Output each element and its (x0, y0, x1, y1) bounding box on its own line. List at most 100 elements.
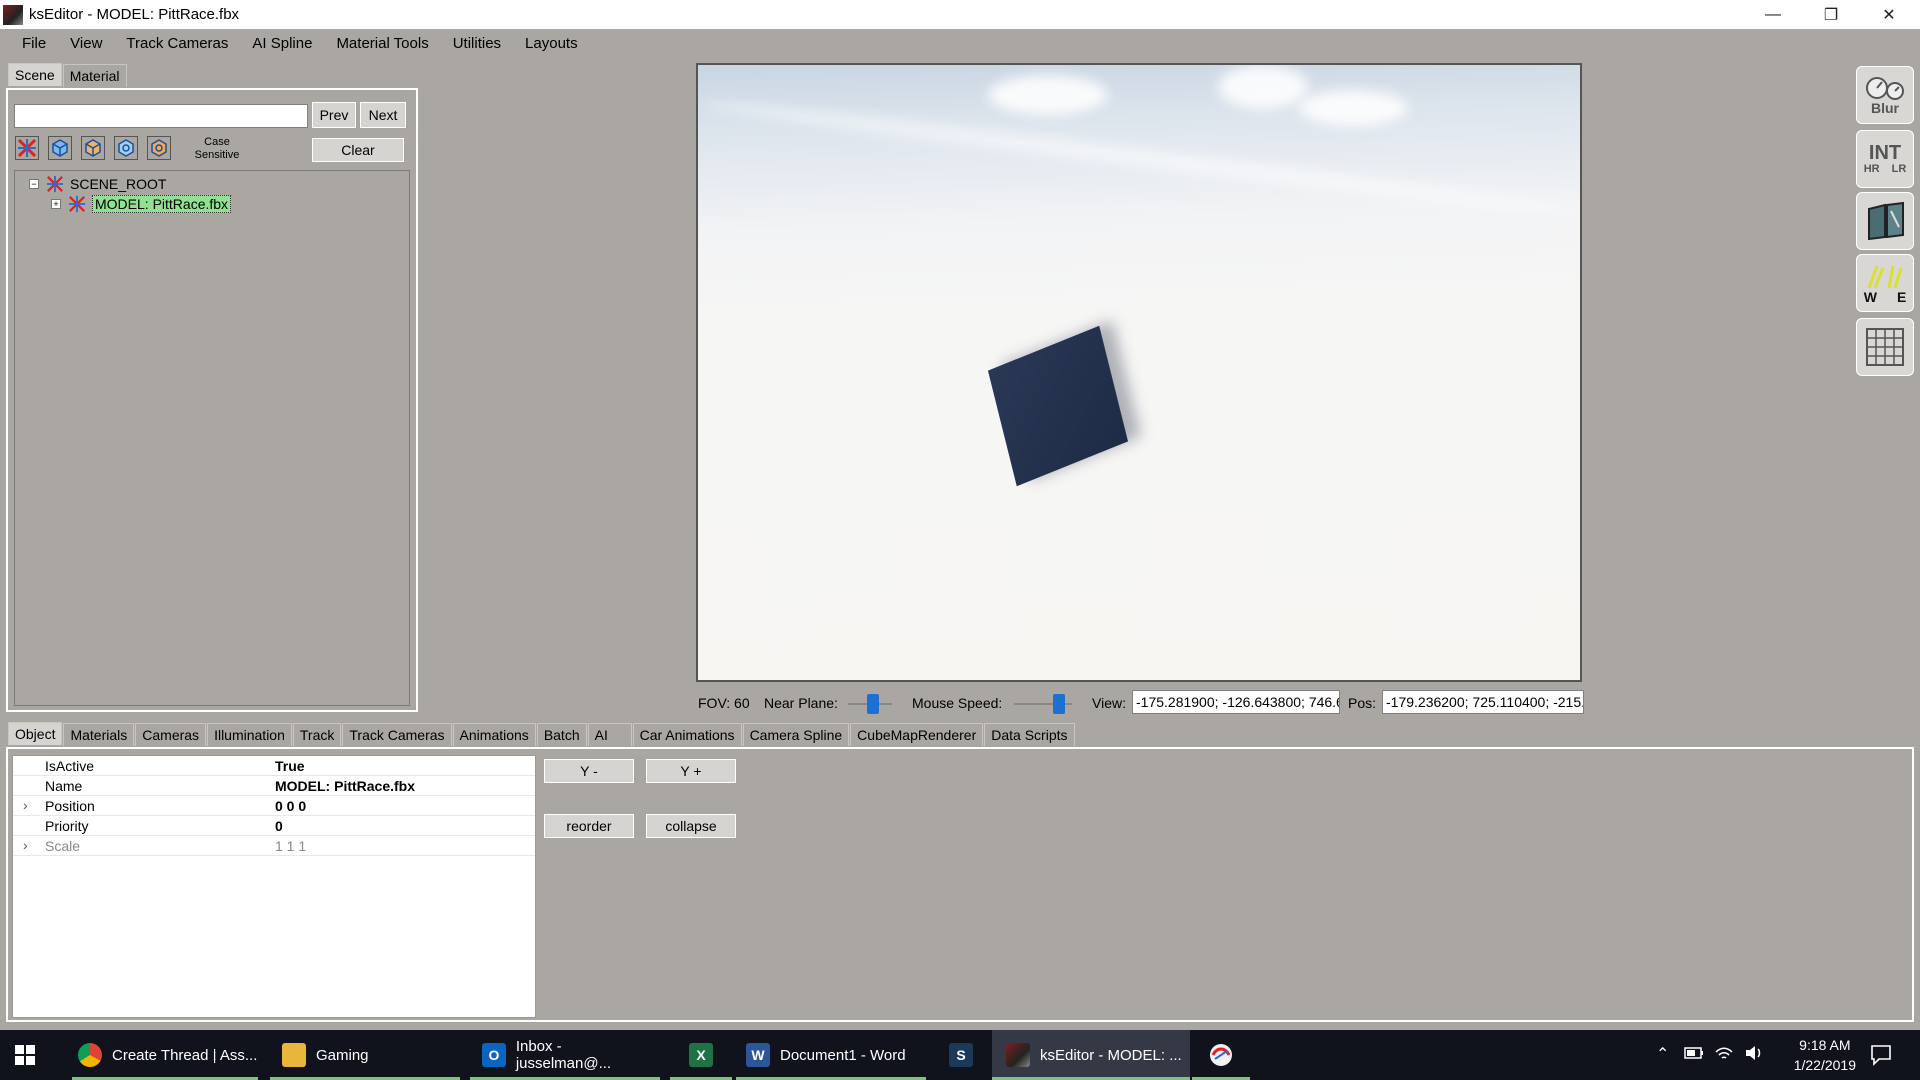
scene-cube (987, 325, 1129, 487)
blur-tool-button[interactable]: Blur (1856, 66, 1914, 124)
filter-material-icon[interactable] (147, 136, 171, 160)
property-value[interactable]: 0 0 0 (275, 798, 306, 814)
tab-materials[interactable]: Materials (63, 723, 135, 746)
taskbar-item-label: Gaming (316, 1046, 369, 1064)
view-value-field[interactable]: -175.281900; -126.643800; 746.6 (1132, 690, 1340, 714)
3d-viewport[interactable] (696, 63, 1582, 682)
tab-ai[interactable]: AI (587, 723, 632, 746)
menu-ai-spline[interactable]: AI Spline (240, 35, 324, 52)
filter-skinned-icon[interactable] (114, 136, 138, 160)
tab-track[interactable]: Track (292, 723, 342, 746)
menu-utilities[interactable]: Utilities (441, 35, 513, 52)
tab-track-cameras[interactable]: Track Cameras (342, 723, 452, 746)
near-plane-slider[interactable] (848, 694, 892, 714)
tab-batch[interactable]: Batch (536, 723, 587, 746)
menu-bar: File View Track Cameras AI Spline Materi… (0, 29, 1920, 57)
mouse-speed-slider[interactable] (1014, 694, 1072, 714)
grid-tool-button[interactable] (1856, 318, 1914, 376)
property-row-priority[interactable]: Priority 0 (13, 816, 535, 836)
search-input[interactable] (14, 104, 308, 128)
filter-mesh-icon[interactable] (48, 136, 72, 160)
expand-icon[interactable]: + (51, 199, 61, 209)
tab-material[interactable]: Material (62, 64, 127, 87)
minimize-button[interactable]: — (1744, 0, 1802, 29)
case-sensitive-line2: Sensitive (194, 149, 240, 161)
tab-illumination[interactable]: Illumination (207, 723, 292, 746)
tab-data-scripts[interactable]: Data Scripts (984, 723, 1075, 746)
slider-thumb[interactable] (1053, 694, 1065, 714)
slider-thumb[interactable] (867, 694, 879, 714)
case-sensitive-line1: Case (204, 136, 230, 148)
taskbar-item-word[interactable]: W Document1 - Word (736, 1030, 926, 1080)
taskbar-item-steam[interactable]: S (930, 1030, 992, 1080)
tab-scene[interactable]: Scene (8, 63, 62, 86)
taskbar-item-explorer[interactable]: Gaming (270, 1030, 460, 1080)
wifi-icon[interactable] (1714, 1044, 1734, 1062)
wiper-icon (1867, 265, 1903, 289)
tree-node-root[interactable]: − SCENE_ROOT (29, 175, 166, 193)
taskbar: Create Thread | Ass... Gaming O Inbox - … (0, 1030, 1920, 1080)
taskbar-item-excel[interactable]: X (670, 1030, 732, 1080)
taskbar-item-app[interactable] (1192, 1030, 1250, 1080)
interior-tool-button[interactable]: INT HR LR (1856, 130, 1914, 188)
filter-node-icon[interactable] (81, 136, 105, 160)
tab-cubemaprenderer[interactable]: CubeMapRenderer (850, 723, 984, 746)
steam-icon: S (949, 1043, 973, 1067)
start-button[interactable] (14, 1030, 48, 1080)
taskbar-item-kseditor[interactable]: ksEditor - MODEL: ... (992, 1030, 1190, 1080)
property-value[interactable]: MODEL: PittRace.fbx (275, 778, 415, 794)
tab-animations[interactable]: Animations (452, 723, 536, 746)
property-row-scale[interactable]: › Scale 1 1 1 (13, 836, 535, 856)
object-panel: IsActive True Name MODEL: PittRace.fbx ›… (6, 747, 1914, 1022)
property-row-name[interactable]: Name MODEL: PittRace.fbx (13, 776, 535, 796)
reorder-button[interactable]: reorder (544, 814, 634, 838)
menu-view[interactable]: View (58, 35, 114, 52)
tab-cameras[interactable]: Cameras (135, 723, 207, 746)
volume-icon[interactable] (1744, 1044, 1764, 1062)
menu-layouts[interactable]: Layouts (513, 35, 590, 52)
title-bar: ksEditor - MODEL: PittRace.fbx — ❐ ✕ (0, 0, 1920, 29)
fov-label: FOV: 60 (698, 695, 750, 711)
tray-chevron-icon[interactable]: ⌃ (1656, 1044, 1669, 1064)
expand-chevron-icon[interactable]: › (23, 797, 28, 813)
collapse-button[interactable]: collapse (646, 814, 736, 838)
menu-track-cameras[interactable]: Track Cameras (114, 35, 240, 52)
filter-all-icon[interactable] (15, 136, 39, 160)
notification-icon[interactable] (1870, 1044, 1892, 1066)
property-row-isactive[interactable]: IsActive True (13, 756, 535, 776)
property-grid[interactable]: IsActive True Name MODEL: PittRace.fbx ›… (12, 755, 536, 1018)
hr-label: HR (1863, 163, 1880, 175)
taskbar-item-label: ksEditor - MODEL: ... (1040, 1046, 1182, 1064)
property-name: Name (45, 778, 83, 794)
gauge-icon (1866, 77, 1904, 100)
property-value[interactable]: 0 (275, 818, 283, 834)
tab-object[interactable]: Object (8, 722, 63, 745)
menu-material-tools[interactable]: Material Tools (324, 35, 440, 52)
tab-camera-spline[interactable]: Camera Spline (742, 723, 850, 746)
expand-chevron-icon[interactable]: › (23, 837, 28, 853)
panel-tool-button[interactable] (1856, 192, 1914, 250)
next-button[interactable]: Next (360, 102, 406, 128)
pos-value-field[interactable]: -179.236200; 725.110400; -215.3 (1382, 690, 1584, 714)
property-value[interactable]: 1 1 1 (275, 838, 306, 854)
taskbar-item-chrome[interactable]: Create Thread | Ass... (72, 1030, 258, 1080)
menu-file[interactable]: File (10, 35, 58, 52)
window-title: ksEditor - MODEL: PittRace.fbx (29, 6, 240, 23)
wipers-tool-button[interactable]: W E (1856, 254, 1914, 312)
y-minus-button[interactable]: Y - (544, 759, 634, 783)
taskbar-clock[interactable]: 9:18 AM 1/22/2019 (1794, 1035, 1856, 1075)
w-label: W (1863, 289, 1877, 305)
close-button[interactable]: ✕ (1860, 0, 1918, 29)
tab-car-animations[interactable]: Car Animations (632, 723, 742, 746)
battery-icon[interactable] (1684, 1046, 1704, 1060)
property-row-position[interactable]: › Position 0 0 0 (13, 796, 535, 816)
tree-node-model[interactable]: + MODEL: PittRace.fbx (51, 195, 232, 213)
collapse-icon[interactable]: − (29, 179, 39, 189)
clear-button[interactable]: Clear (312, 138, 404, 162)
case-sensitive-label[interactable]: Case Sensitive (182, 136, 252, 162)
taskbar-item-outlook[interactable]: O Inbox - jusselman@... (470, 1030, 660, 1080)
property-value[interactable]: True (275, 758, 305, 774)
restore-button[interactable]: ❐ (1802, 0, 1860, 29)
prev-button[interactable]: Prev (312, 102, 356, 128)
y-plus-button[interactable]: Y + (646, 759, 736, 783)
